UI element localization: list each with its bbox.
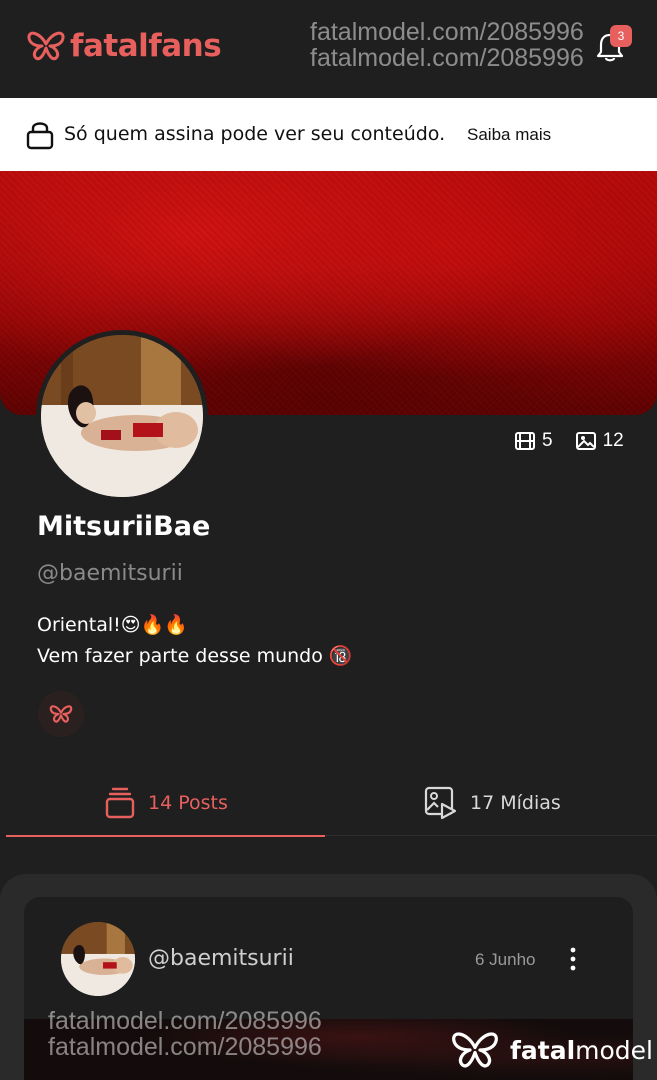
bio-line-1: Oriental!😍🔥🔥 xyxy=(37,613,188,636)
stack-icon xyxy=(105,787,135,819)
active-tab-indicator xyxy=(6,835,325,837)
bio-emoji: 🔞 xyxy=(328,645,353,667)
watermark-text: fatalmodel.com/2085996 xyxy=(48,1033,322,1061)
butterfly-icon xyxy=(49,705,73,723)
video-icon xyxy=(515,432,535,450)
app-header: fatalfans fatalmodel.com/2085996 fatalmo… xyxy=(0,0,657,98)
fatalfans-logo[interactable]: fatalfans xyxy=(26,28,222,64)
image-icon xyxy=(575,432,596,450)
watermark-text: fatalmodel.com/2085996 xyxy=(48,1007,322,1035)
fatalfans-badge[interactable] xyxy=(38,691,84,737)
bio-text: Vem fazer parte desse mundo xyxy=(37,645,323,667)
avatar-photo xyxy=(41,335,203,497)
image-count: 12 xyxy=(602,430,624,451)
profile-tabs: 14 Posts 17 Mídias xyxy=(6,770,657,836)
lock-icon xyxy=(26,122,54,150)
butterfly-logo-icon xyxy=(452,1032,498,1068)
watermark-text: fatalmodel.com/2085996 xyxy=(310,18,584,46)
logo-text: fatalfans xyxy=(70,28,222,64)
learn-more-link[interactable]: Saiba mais xyxy=(467,125,551,145)
more-options-icon[interactable] xyxy=(566,946,580,972)
notice-text: Só quem assina pode ver seu conteúdo. xyxy=(64,123,446,145)
bio-text: Oriental! xyxy=(37,614,121,636)
fatalmodel-watermark-logo: fatalmodel xyxy=(448,1030,653,1070)
post-date: 6 Junho xyxy=(475,950,536,969)
video-count: 5 xyxy=(542,430,553,451)
tab-midias[interactable]: 17 Mídias xyxy=(424,770,561,836)
media-gallery-icon xyxy=(424,786,457,820)
profile-avatar[interactable] xyxy=(36,330,208,502)
post-author-avatar[interactable] xyxy=(61,922,135,996)
watermark-text: fatalmodel.com/2085996 xyxy=(310,44,584,72)
fatalmodel-brand: fatalmodel xyxy=(510,1035,653,1065)
notification-badge: 3 xyxy=(610,25,632,47)
bio-emojis: 😍🔥🔥 xyxy=(120,614,188,636)
tab-posts[interactable]: 14 Posts xyxy=(104,770,228,836)
tab-posts-label: 14 Posts xyxy=(148,792,228,814)
butterfly-logo-icon xyxy=(27,31,65,61)
tab-midias-label: 17 Mídias xyxy=(470,792,561,814)
bio-line-2: Vem fazer parte desse mundo 🔞 xyxy=(37,644,353,667)
media-counters: 5 12 xyxy=(514,430,624,452)
post-author-handle[interactable]: @baemitsurii xyxy=(148,946,294,971)
profile-handle: @baemitsurii xyxy=(37,561,183,586)
profile-name: MitsuriiBae xyxy=(37,511,211,542)
